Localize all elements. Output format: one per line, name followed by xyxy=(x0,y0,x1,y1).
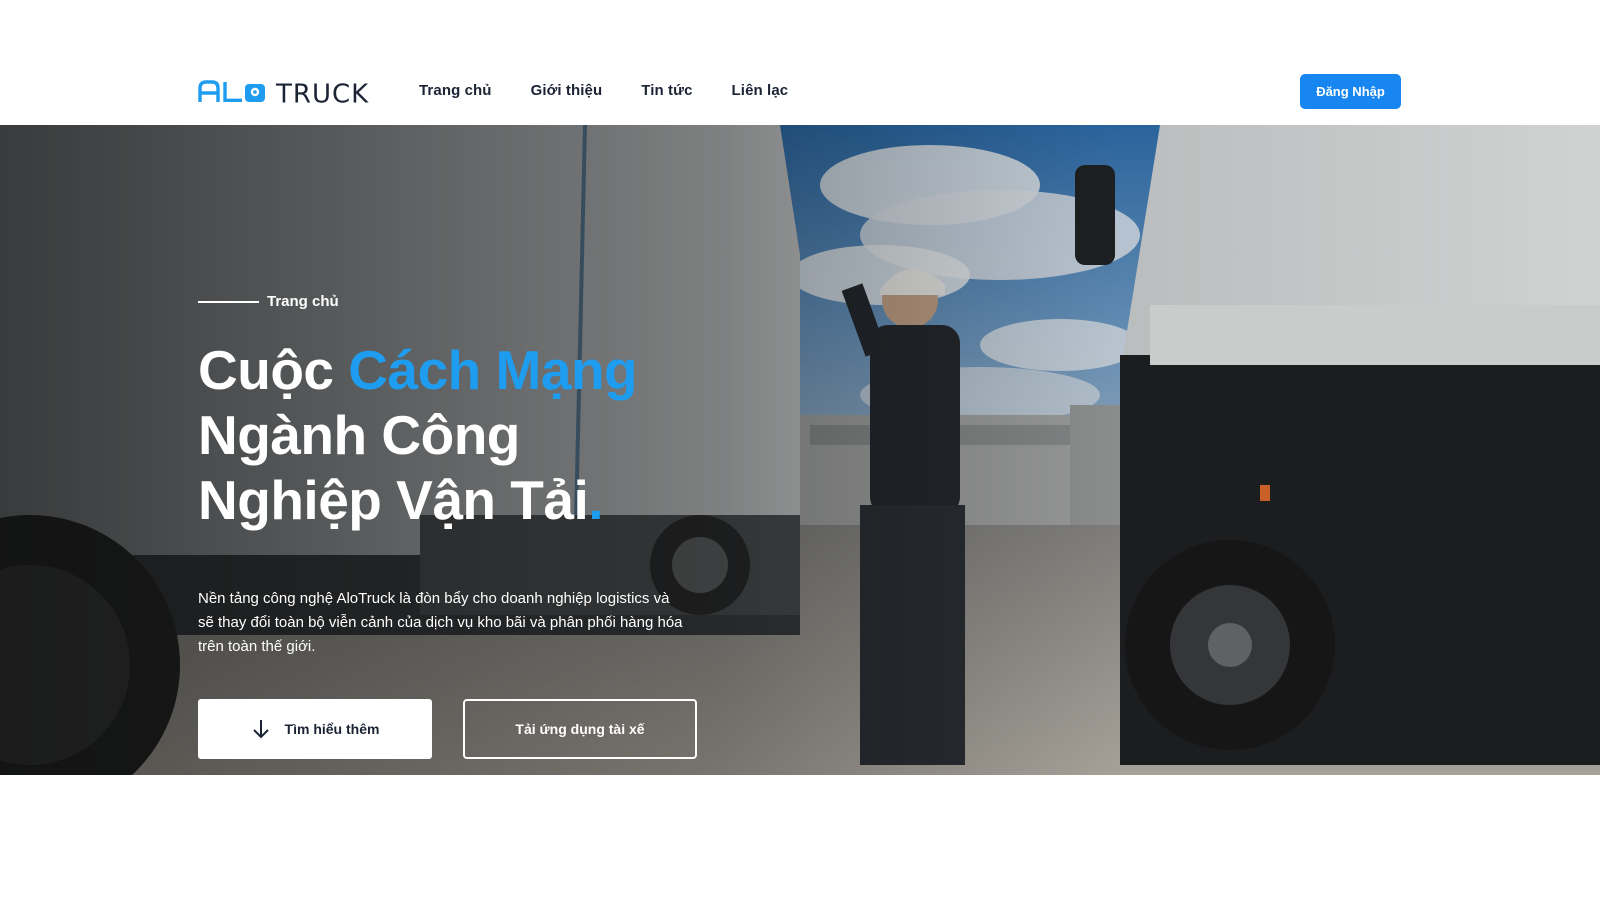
nav-item-about[interactable]: Giới thiệu xyxy=(531,80,603,102)
breadcrumb: Trang chủ xyxy=(198,293,339,310)
learn-more-button[interactable]: Tìm hiểu thêm xyxy=(198,699,432,759)
main-nav: Trang chủ Giới thiệu Tin tức Liên lạc xyxy=(419,80,827,102)
headline-part1: Cuộc xyxy=(198,339,349,401)
nav-item-news[interactable]: Tin tức xyxy=(641,80,692,102)
alotruck-logo[interactable]: TRUCK xyxy=(198,78,382,106)
hero-section: Trang chủ Cuộc Cách Mạng Ngành Công Nghi… xyxy=(0,125,1600,775)
logo-graphic: TRUCK xyxy=(198,80,369,107)
headline-line2: Ngành Công xyxy=(198,404,520,466)
nav-item-home[interactable]: Trang chủ xyxy=(419,80,492,102)
login-button[interactable]: Đăng Nhập xyxy=(1300,74,1401,109)
learn-more-label: Tìm hiểu thêm xyxy=(284,721,380,737)
breadcrumb-current[interactable]: Trang chủ xyxy=(267,293,339,310)
logo-text: TRUCK xyxy=(275,80,369,107)
site-header: TRUCK Trang chủ Giới thiệu Tin tức Liên … xyxy=(0,0,1600,125)
headline-accent: Cách Mạng xyxy=(348,339,638,401)
headline-dot: . xyxy=(588,469,604,531)
download-driver-app-button[interactable]: Tải ứng dụng tài xế xyxy=(463,699,697,759)
hero-headline: Cuộc Cách Mạng Ngành Công Nghiệp Vận Tải… xyxy=(198,338,758,533)
breadcrumb-line xyxy=(198,300,259,303)
hero-description: Nền tảng công nghệ AloTruck là đòn bẩy c… xyxy=(198,590,683,655)
arrow-down-icon xyxy=(251,718,271,740)
headline-line3: Nghiệp Vận Tải xyxy=(198,469,589,531)
nav-item-contact[interactable]: Liên lạc xyxy=(732,80,789,102)
